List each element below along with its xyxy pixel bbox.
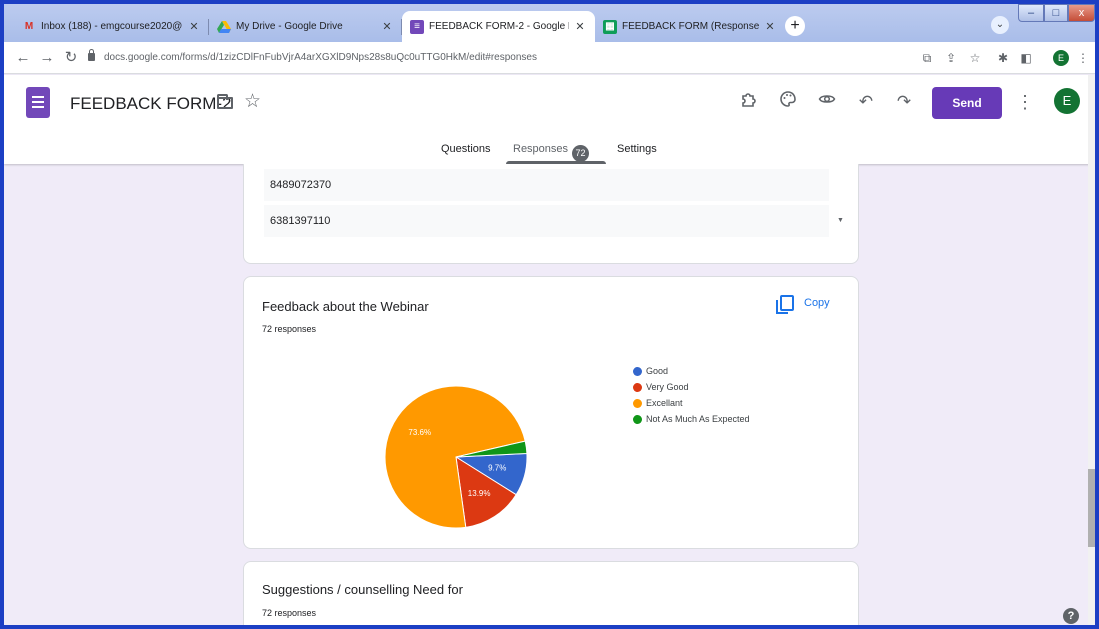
responses-count-badge: 72: [572, 145, 590, 162]
gmail-icon: M: [24, 21, 34, 32]
legend-swatch: [633, 398, 642, 408]
tab-drive[interactable]: My Drive - Google Drive ✕: [209, 11, 402, 42]
legend-swatch: [633, 414, 642, 424]
help-icon[interactable]: ?: [1063, 608, 1079, 624]
extensions-icon[interactable]: ✱: [995, 50, 1011, 66]
list-item: 6381397110: [264, 205, 829, 237]
scrollbar-thumb[interactable]: [1088, 469, 1095, 547]
profile-avatar[interactable]: E: [1053, 50, 1069, 66]
close-icon[interactable]: ✕: [380, 20, 394, 33]
response-count: 72 responses: [262, 324, 317, 334]
copy-label: Copy: [804, 297, 830, 309]
new-tab-button[interactable]: +: [785, 16, 805, 36]
lock-icon: [88, 49, 95, 61]
translate-icon[interactable]: ⧉: [919, 50, 935, 66]
palette-icon[interactable]: [776, 90, 800, 114]
account-avatar[interactable]: E: [1054, 88, 1080, 114]
share-icon[interactable]: ⇪: [943, 50, 959, 66]
question-title: Feedback about the Webinar: [262, 299, 429, 314]
question-title: Suggestions / counselling Need for: [262, 582, 463, 597]
undo-icon[interactable]: ↶: [854, 90, 878, 114]
reload-icon[interactable]: ↻: [62, 49, 80, 67]
forward-icon[interactable]: →: [38, 49, 56, 67]
folder-icon[interactable]: [217, 94, 233, 109]
legend-label: Excellant: [646, 398, 683, 408]
star-icon[interactable]: ☆: [244, 92, 261, 112]
more-options-icon[interactable]: ⋮: [1016, 90, 1034, 114]
close-icon[interactable]: ✕: [573, 20, 587, 33]
tab-gmail[interactable]: M Inbox (188) - emgcourse2020@ ✕: [14, 11, 209, 42]
forms-logo-icon[interactable]: [26, 87, 50, 118]
menu-icon[interactable]: ⋮: [1075, 50, 1091, 66]
list-scrollbar[interactable]: [832, 165, 842, 235]
sidepanel-icon[interactable]: ◧: [1018, 50, 1034, 66]
maximize-button[interactable]: □: [1044, 4, 1068, 22]
close-icon[interactable]: ✕: [187, 20, 201, 33]
page-scrollbar[interactable]: [1088, 75, 1095, 625]
legend-label: Not As Much As Expected: [646, 414, 750, 424]
legend-item[interactable]: Not As Much As Expected: [633, 411, 750, 427]
forms-icon: ≡: [410, 19, 424, 34]
scroll-down-arrow-icon[interactable]: ▼: [837, 217, 844, 224]
legend-label: Very Good: [646, 382, 689, 392]
close-icon[interactable]: ✕: [763, 20, 777, 33]
preview-eye-icon[interactable]: [815, 90, 839, 114]
forms-header: FEEDBACK FORM-2 ☆ ↶ ↷ Send ⋮ E Questions…: [4, 75, 1095, 164]
pie-chart: 9.7% 13.9% 73.6%: [384, 385, 528, 529]
legend-label: Good: [646, 366, 669, 376]
drive-icon: [217, 20, 231, 34]
bookmark-star-icon[interactable]: ☆: [967, 50, 983, 66]
tab-settings[interactable]: Settings: [617, 143, 657, 155]
copy-chart-button[interactable]: Copy: [776, 293, 830, 314]
legend-swatch: [633, 382, 642, 392]
form-tabs: Questions Responses 72 Settings: [4, 137, 1095, 164]
send-button[interactable]: Send: [932, 87, 1002, 119]
sheets-icon: ▦: [603, 19, 617, 34]
legend-item[interactable]: Excellant: [633, 395, 750, 411]
chart-legend: Good Very Good Excellant Not As Much As Exp…: [633, 363, 750, 427]
address-bar[interactable]: docs.google.com/forms/d/1zizCDlFnFubVjrA…: [104, 49, 537, 67]
question-summary-card-2: Suggestions / counselling Need for 72 re…: [243, 561, 859, 625]
browser-toolbar: ← → ↻ docs.google.com/forms/d/1zizCDlFnF…: [4, 42, 1095, 74]
legend-item[interactable]: Very Good: [633, 379, 750, 395]
tab-questions[interactable]: Questions: [441, 143, 491, 155]
copy-icon: [776, 295, 794, 314]
minimize-button[interactable]: –: [1018, 4, 1044, 22]
response-count: 72 responses: [262, 608, 317, 618]
tab-responses-label: Responses: [513, 143, 569, 155]
list-item: 8489072370: [264, 169, 829, 201]
tab-strip: M Inbox (188) - emgcourse2020@ ✕ My Driv…: [4, 4, 1095, 42]
form-title[interactable]: FEEDBACK FORM-2: [70, 94, 232, 114]
browser-window: M Inbox (188) - emgcourse2020@ ✕ My Driv…: [4, 4, 1095, 625]
question-summary-card: Feedback about the Webinar 72 responses …: [243, 276, 859, 549]
legend-item[interactable]: Good: [633, 363, 750, 379]
responses-content: 8489072370 6381397110 ▼ Feedback about t…: [4, 164, 1095, 625]
tab-responses[interactable]: Responses 72: [513, 143, 590, 162]
chevron-down-icon[interactable]: ⌄: [991, 16, 1009, 34]
back-icon[interactable]: ←: [14, 49, 32, 67]
redo-icon[interactable]: ↷: [892, 90, 916, 114]
tab-feedback-form-2[interactable]: ≡ FEEDBACK FORM-2 - Google Fo ✕: [402, 11, 595, 42]
response-list-card: 8489072370 6381397110 ▼: [243, 164, 859, 264]
pie-data-label: 13.9%: [468, 489, 491, 498]
legend-swatch: [633, 366, 642, 376]
close-window-button[interactable]: x: [1068, 4, 1095, 22]
pie-data-label: 9.7%: [488, 464, 506, 473]
pie-data-label: 73.6%: [408, 428, 431, 437]
tab-feedback-responses[interactable]: ▦ FEEDBACK FORM (Responses) - ✕: [595, 11, 785, 42]
addon-puzzle-icon[interactable]: [737, 90, 761, 114]
